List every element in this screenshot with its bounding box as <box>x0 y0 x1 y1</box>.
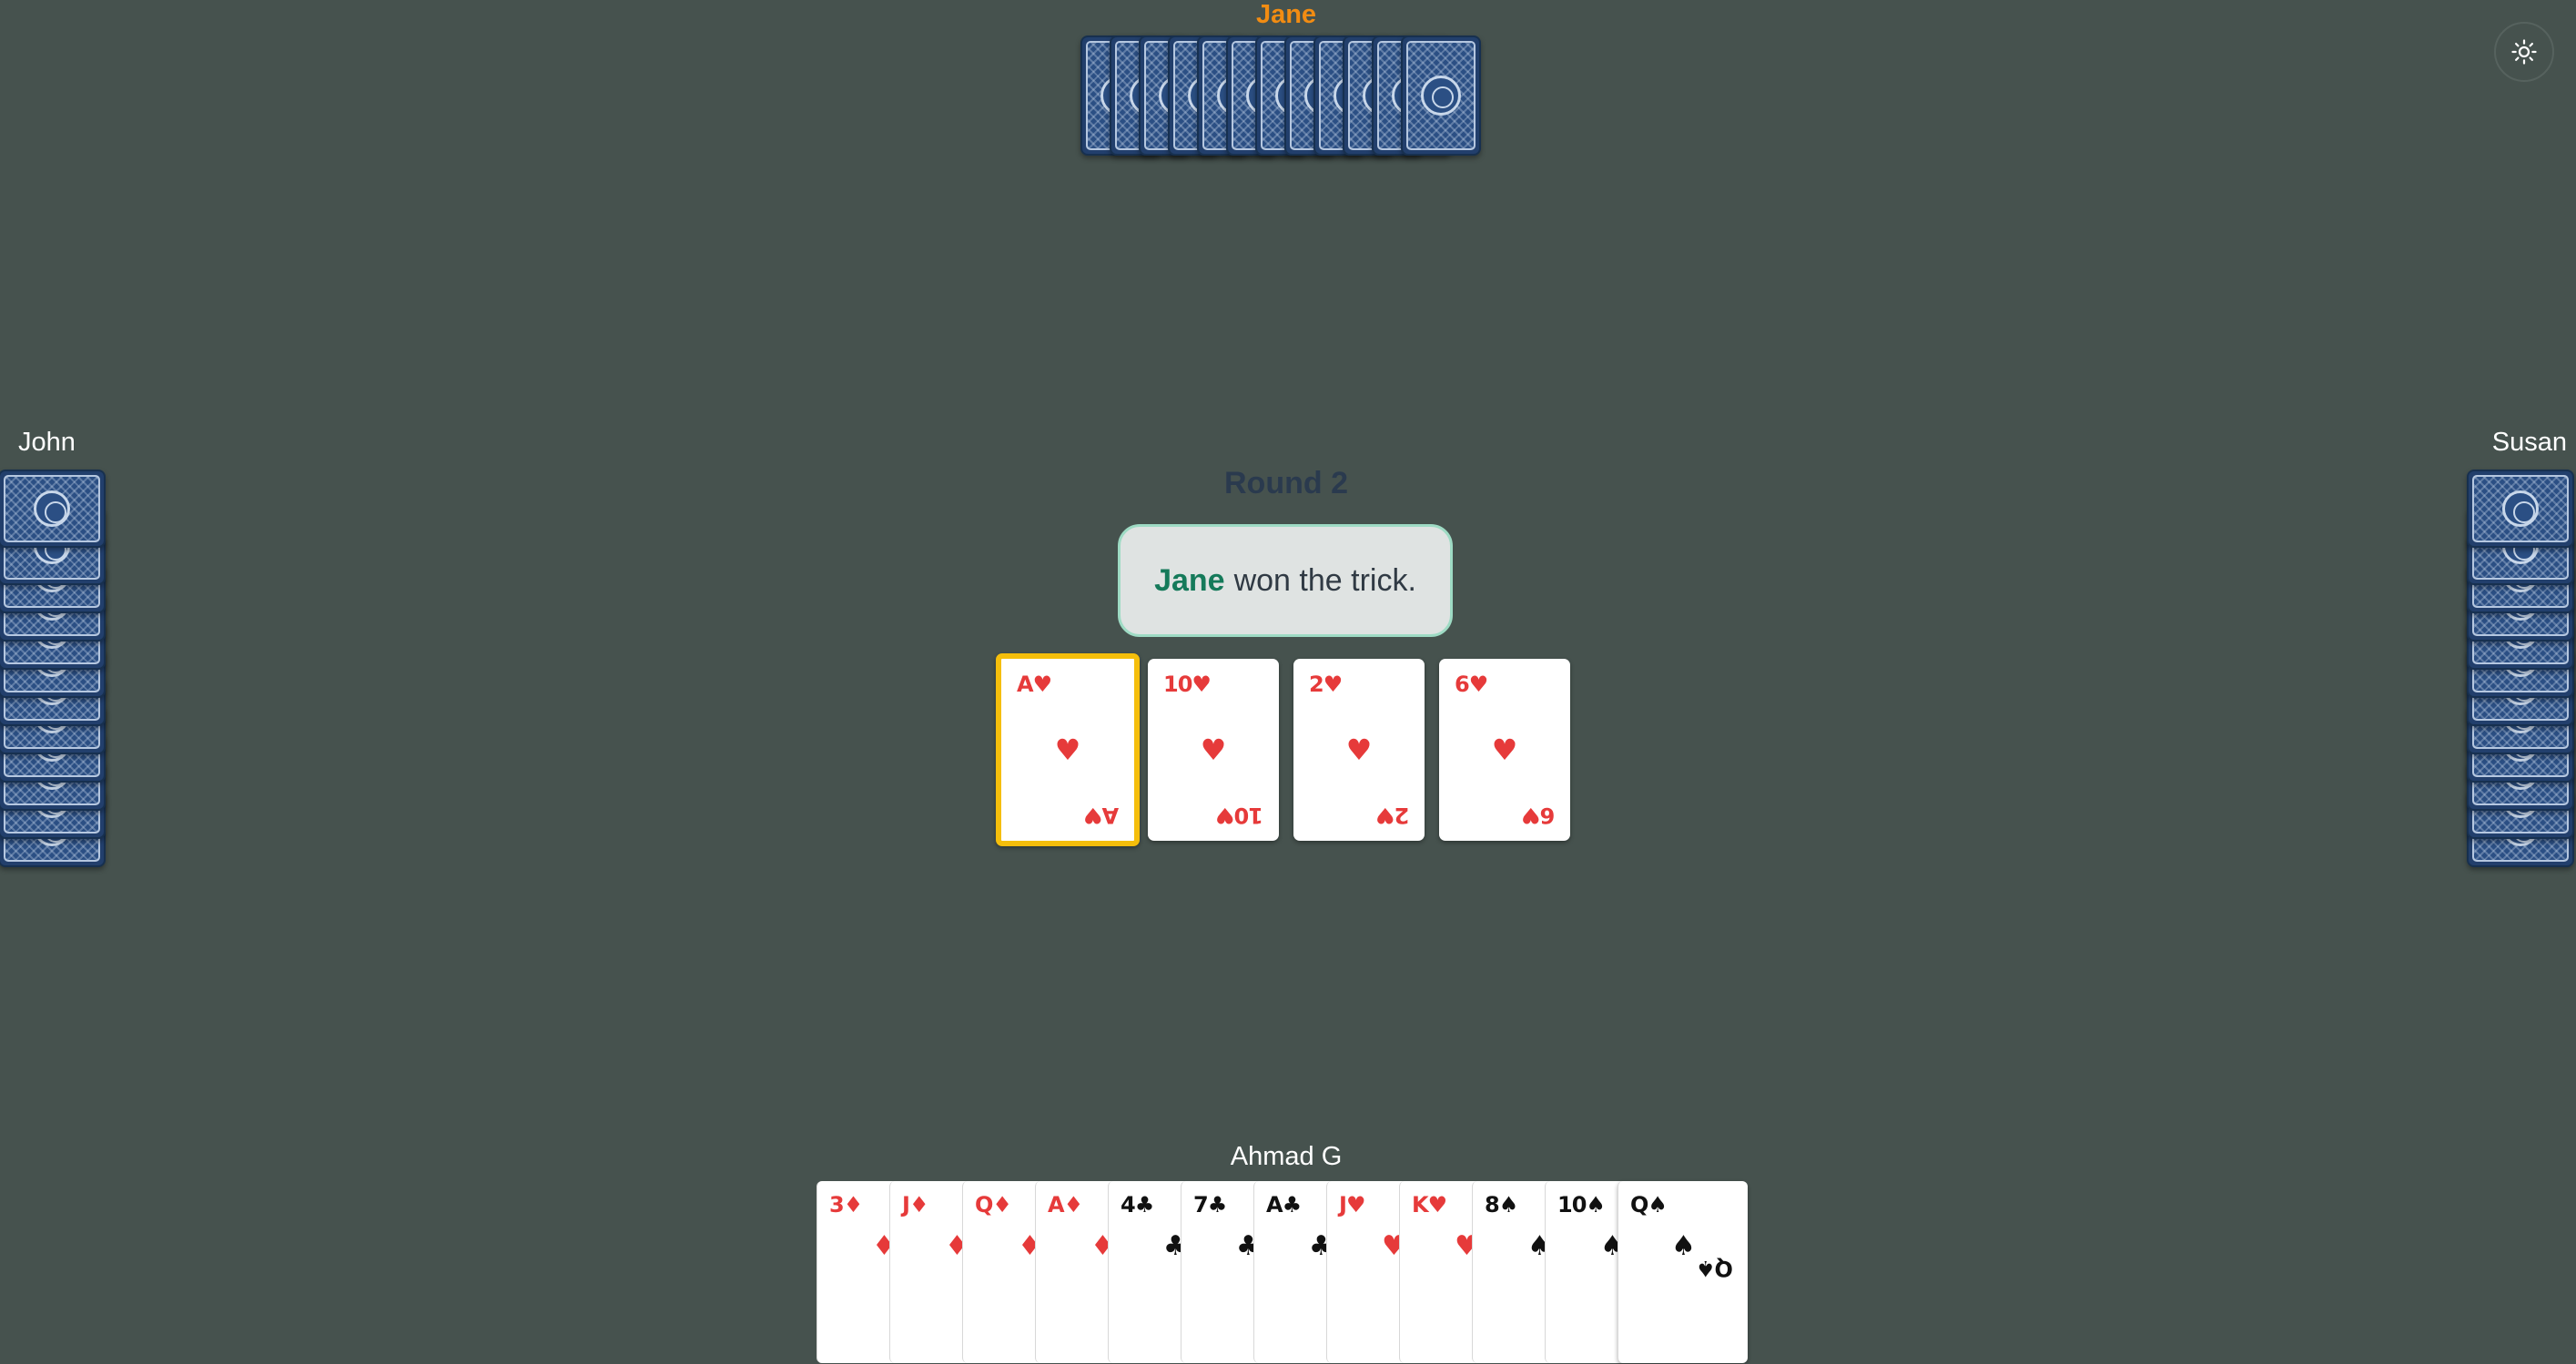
card-suit: ♥ <box>1468 672 1488 697</box>
card-pip: ♠ <box>1671 1230 1696 1262</box>
trick-card: 2♥ ♥ 2♥ <box>1293 659 1425 841</box>
card-corner-top: 2♥ <box>1309 672 1343 697</box>
card-corner-top: A♣ <box>1266 1192 1302 1217</box>
card-suit: ♥ <box>1032 672 1052 697</box>
card-corner-top: 7♣ <box>1193 1192 1227 1217</box>
card-rank: J <box>1339 1192 1347 1217</box>
card-corner-top: K♥ <box>1412 1192 1447 1217</box>
card-corner-bottom: Q♠ <box>1697 1256 1733 1281</box>
card-corner-top: A♥ <box>1017 672 1052 697</box>
card-corner-top: J♦ <box>902 1192 928 1217</box>
card-suit: ♥ <box>1323 672 1343 697</box>
card-rank: 8 <box>1485 1192 1500 1217</box>
card-back <box>0 470 106 548</box>
card-suit: ♥ <box>1192 672 1211 697</box>
card-corner-bottom: 10♥ <box>1216 803 1263 828</box>
card-corner-bottom: A♥ <box>1084 803 1119 828</box>
card-back-emblem <box>1421 76 1461 116</box>
player-name-south: Ahmad G <box>1230 1142 1343 1171</box>
card-suit: ♠ <box>1648 1192 1667 1217</box>
card-corner-top: J♥ <box>1339 1192 1365 1217</box>
card-rank: 10 <box>1557 1192 1587 1217</box>
card-rank: 2 <box>1394 803 1409 828</box>
card-corner-top: 3♦ <box>829 1192 863 1217</box>
hand-card[interactable]: Q♠ ♠ Q♠ <box>1618 1181 1748 1363</box>
player-name-north: Jane <box>1255 0 1317 29</box>
card-rank: 7 <box>1193 1192 1209 1217</box>
card-pip: ♥ <box>1054 733 1081 767</box>
card-pip: ♥ <box>1200 733 1227 767</box>
theme-toggle-button[interactable] <box>2494 22 2554 82</box>
card-back-pattern <box>2472 475 2569 542</box>
card-suit: ♦ <box>908 1192 928 1217</box>
card-back-emblem <box>34 490 70 527</box>
card-suit: ♥ <box>1375 803 1395 828</box>
round-label: Round 2 <box>1224 466 1348 500</box>
card-rank: 10 <box>1234 803 1263 828</box>
card-rank: 3 <box>829 1192 845 1217</box>
card-corner-top: 10♥ <box>1163 672 1212 697</box>
card-rank: 10 <box>1163 672 1192 697</box>
trick-message: Jane won the trick. <box>1118 524 1453 637</box>
card-rank: A <box>1102 803 1119 828</box>
card-suit: ♣ <box>1282 1192 1302 1217</box>
trick-winner-name: Jane <box>1154 562 1225 598</box>
card-pip: ♥ <box>1491 733 1518 767</box>
card-rank: A <box>1266 1192 1283 1217</box>
card-suit: ♦ <box>992 1192 1011 1217</box>
card-corner-top: 6♥ <box>1455 672 1488 697</box>
card-back <box>2467 470 2574 548</box>
card-rank: K <box>1412 1192 1429 1217</box>
card-suit: ♦ <box>843 1192 863 1217</box>
card-corner-bottom: 6♥ <box>1522 803 1555 828</box>
card-corner-top: Q♠ <box>1630 1192 1668 1217</box>
card-suit: ♥ <box>1216 803 1235 828</box>
card-back-emblem <box>2502 490 2539 527</box>
card-suit: ♥ <box>1345 1192 1365 1217</box>
card-rank: A <box>1017 672 1034 697</box>
card-suit: ♣ <box>1134 1192 1154 1217</box>
card-rank: Q <box>975 1192 993 1217</box>
card-corner-top: Q♦ <box>975 1192 1012 1217</box>
card-back-pattern <box>4 475 100 542</box>
card-rank: A <box>1048 1192 1065 1217</box>
player-name-west: John <box>18 428 76 457</box>
card-suit: ♥ <box>1427 1192 1447 1217</box>
card-back <box>1401 35 1481 156</box>
card-suit: ♣ <box>1207 1192 1227 1217</box>
card-suit: ♠ <box>1586 1192 1605 1217</box>
card-rank: Q <box>1630 1192 1648 1217</box>
sun-icon <box>2511 39 2537 65</box>
card-corner-bottom: 2♥ <box>1376 803 1409 828</box>
card-table: Jane John Susan Round 2 Jane won the tri… <box>0 0 2576 1364</box>
card-corner-top: 8♠ <box>1485 1192 1518 1217</box>
card-suit: ♥ <box>1521 803 1541 828</box>
trick-card-winning: A♥ ♥ A♥ <box>996 653 1140 846</box>
trick-message-text: won the trick. <box>1233 562 1416 598</box>
player-name-east: Susan <box>2491 428 2567 457</box>
card-corner-top: A♦ <box>1048 1192 1083 1217</box>
card-back-pattern <box>1406 41 1476 150</box>
card-suit: ♠ <box>1498 1192 1518 1217</box>
trick-card: 10♥ ♥ 10♥ <box>1148 659 1279 841</box>
card-rank: 6 <box>1455 672 1470 697</box>
card-rank: 6 <box>1540 803 1555 828</box>
card-rank: J <box>902 1192 910 1217</box>
card-corner-top: 4♣ <box>1121 1192 1154 1217</box>
card-rank: 2 <box>1309 672 1324 697</box>
card-suit: ♥ <box>1083 803 1103 828</box>
card-pip: ♥ <box>1345 733 1373 767</box>
card-rank: 4 <box>1121 1192 1136 1217</box>
card-suit: ♠ <box>1697 1256 1716 1281</box>
trick-card: 6♥ ♥ 6♥ <box>1439 659 1570 841</box>
card-suit: ♦ <box>1063 1192 1083 1217</box>
card-rank: Q <box>1715 1256 1733 1281</box>
card-corner-top: 10♠ <box>1557 1192 1606 1217</box>
